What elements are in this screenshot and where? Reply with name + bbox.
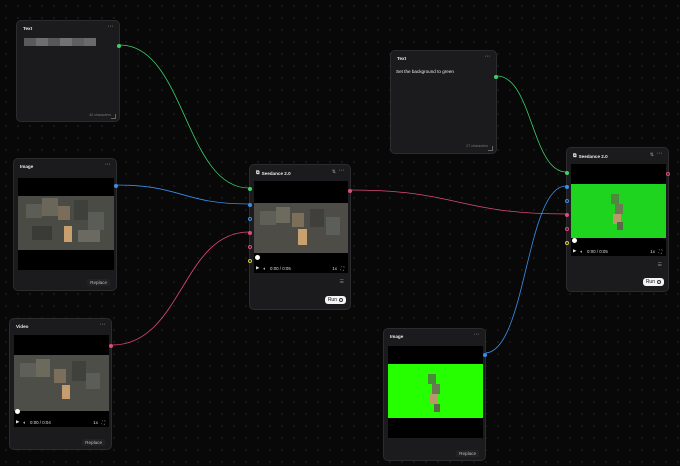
video-output-port[interactable] [666,172,670,176]
node-title: Image [20,164,34,169]
run-label: Run [327,297,337,303]
text-input-port[interactable] [565,171,569,175]
scrub-handle[interactable] [572,238,577,243]
text-output-port[interactable] [494,75,498,79]
video-time: 0:00 / 0:05 [270,265,291,271]
volume-icon[interactable]: 🔈︎ [263,266,266,271]
run-circle-icon [657,280,661,284]
image-output-port[interactable] [483,353,487,357]
replace-button[interactable]: Replace [456,450,479,457]
audio-input-port[interactable] [565,241,569,245]
resize-icon[interactable] [488,146,493,151]
scrub-handle[interactable] [255,255,260,260]
video-output-port[interactable] [109,344,113,348]
fullscreen-icon[interactable]: ⛶ [341,266,344,271]
video-controls: ▶ 🔈︎ 0:00 / 0:04 1x ⛶ [16,418,105,426]
more-dots-icon[interactable]: ··· [339,167,345,174]
play-icon[interactable]: ▶ [573,248,576,254]
video-output-port[interactable] [348,189,352,193]
output-video-preview[interactable] [571,164,666,256]
text-input-port[interactable] [248,187,252,191]
seedance-node-2[interactable]: ⧉ Seedance 2.0 ⇅ ··· ▶ 🔈︎ 0:00 / 0:05 1x … [565,147,670,292]
more-dots-icon[interactable]: ··· [474,331,480,338]
node-title: Image [390,334,404,339]
node-title: Text [23,26,33,31]
video-input-port-empty[interactable] [565,227,569,231]
node-title: Seedance 2.0 [578,153,608,159]
video-controls: ▶ 🔈︎ 0:00 / 0:05 1x ⛶ [573,247,662,255]
model-icon: ⧉ [256,170,260,176]
text-node-2[interactable]: Text ··· Set the background to green 27 … [390,50,498,154]
audio-input-port[interactable] [248,259,252,263]
text-content-blurred[interactable] [24,38,96,46]
expand-icon[interactable]: ⇅ [650,152,654,158]
run-label: Run [645,279,655,285]
seedance-node-1[interactable]: ⧉ Seedance 2.0 ⇅ ··· ▶ 🔈︎ 0:00 / 0:05 1x … [248,164,352,310]
replace-button[interactable]: Replace [87,279,110,286]
more-dots-icon[interactable]: ··· [108,23,114,30]
play-icon[interactable]: ▶ [16,419,19,425]
play-icon[interactable]: ▶ [256,265,259,271]
image-input-port-empty[interactable] [565,199,569,203]
video-input-port-empty[interactable] [248,245,252,249]
model-icon: ⧉ [573,153,577,159]
video-input-port[interactable] [565,213,569,217]
volume-icon[interactable]: 🔈︎ [23,420,26,425]
image-preview [18,178,114,270]
image-input-port-empty[interactable] [248,217,252,221]
more-dots-icon[interactable]: ··· [485,53,491,60]
more-dots-icon[interactable]: ··· [100,321,106,328]
more-dots-icon[interactable]: ··· [657,150,663,157]
fullscreen-icon[interactable]: ⛶ [659,249,662,254]
node-title: Seedance 2.0 [261,170,291,176]
video-time: 0:00 / 0:05 [587,248,608,254]
image-node-1[interactable]: Image ··· Replace [13,158,118,291]
video-node-1[interactable]: Video ··· ▶ 🔈︎ 0:00 / 0:04 1x ⛶ Replace [9,318,113,450]
sliders-icon[interactable]: ☰ [340,279,344,285]
sliders-icon[interactable]: ☰ [658,262,662,268]
run-button[interactable]: Run [324,296,346,304]
resize-icon[interactable] [111,114,116,119]
video-preview[interactable] [14,335,109,427]
text-node-1[interactable]: Text ··· 40 characters [16,20,121,122]
node-title: Text [397,56,407,61]
image-preview [388,346,483,438]
run-circle-icon [339,298,343,302]
video-input-port[interactable] [248,231,252,235]
prompt-text[interactable]: Set the background to green [396,69,454,74]
text-output-port[interactable] [117,44,121,48]
playback-speed[interactable]: 1x [332,266,337,271]
image-input-port[interactable] [248,203,252,207]
scrub-handle[interactable] [15,409,20,414]
character-count: 40 characters [89,113,111,117]
character-count: 27 characters [466,144,488,148]
replace-button[interactable]: Replace [82,439,105,446]
more-dots-icon[interactable]: ··· [105,161,111,168]
image-input-port[interactable] [565,185,569,189]
playback-speed[interactable]: 1x [93,420,98,425]
output-video-preview[interactable] [254,181,348,273]
expand-icon[interactable]: ⇅ [332,169,336,175]
image-node-2[interactable]: Image ··· Replace [383,328,487,461]
video-time: 0:00 / 0:04 [30,419,51,425]
volume-icon[interactable]: 🔈︎ [580,249,583,254]
image-output-port[interactable] [114,184,118,188]
node-title: Video [16,324,29,329]
playback-speed[interactable]: 1x [650,249,655,254]
fullscreen-icon[interactable]: ⛶ [102,420,105,425]
run-button[interactable]: Run [642,278,664,286]
video-controls: ▶ 🔈︎ 0:00 / 0:05 1x ⛶ [256,264,344,272]
